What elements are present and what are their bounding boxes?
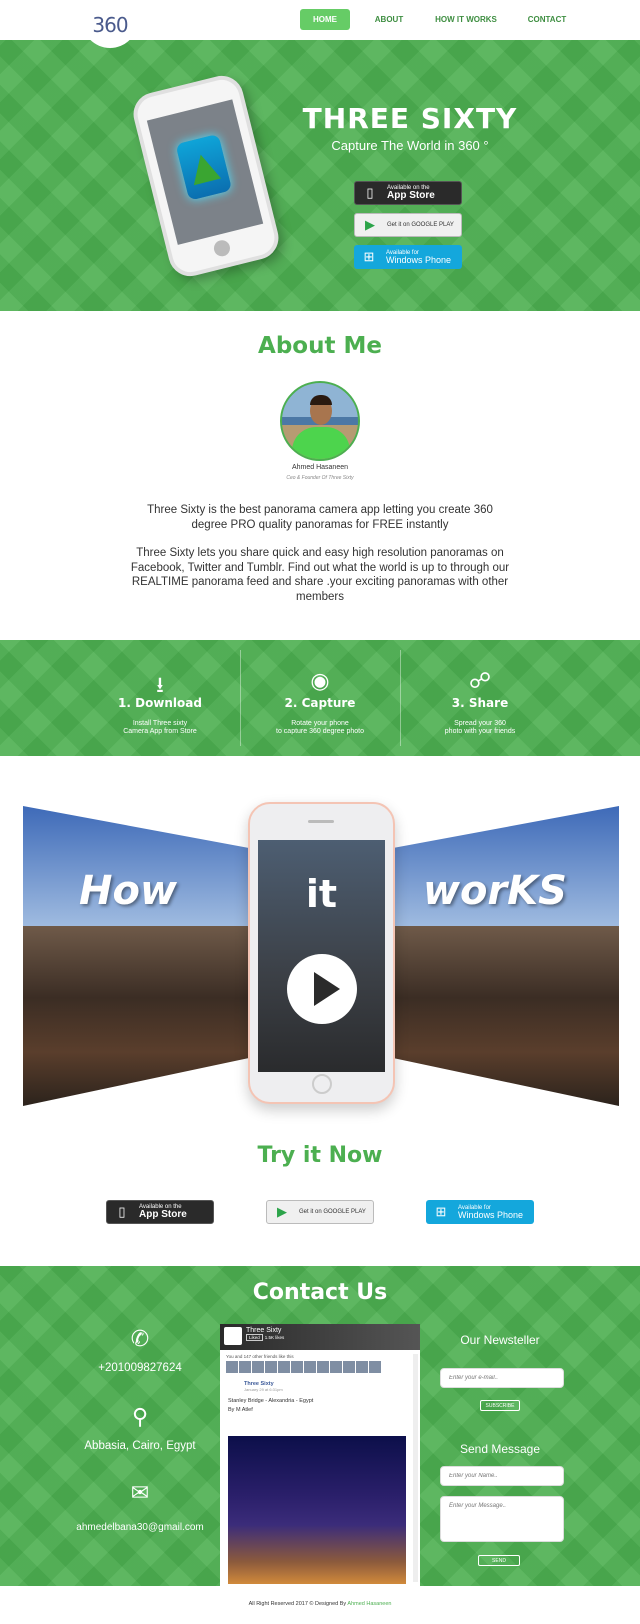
how-word-3: worKS	[423, 868, 567, 914]
camera-icon: ◉	[310, 668, 330, 693]
nav-how-it-works[interactable]: HOW IT WORKS	[428, 9, 504, 30]
step-download: ⭳ 1. Download Install Three sixty Camera …	[80, 640, 240, 756]
apple-phone-icon: ▯	[366, 185, 374, 200]
step-desc: Spread your 360 photo with your friends	[444, 720, 516, 735]
logo-text: 360	[92, 13, 128, 37]
fb-liked-button[interactable]: Liked	[246, 1334, 263, 1341]
windows-store-label: Windows Phone	[386, 254, 452, 265]
hero-title: THREE SIXTY	[302, 102, 518, 135]
panorama-right: worKS	[393, 806, 619, 1106]
apple-phone-icon: ▯	[118, 1204, 126, 1219]
share-icon: ☍	[468, 668, 492, 693]
windows-icon: ⊞	[363, 249, 375, 264]
steps-section: ⭳ 1. Download Install Three sixty Camera …	[0, 640, 640, 756]
nav-about[interactable]: ABOUT	[364, 9, 414, 30]
envelope-icon: ✉	[130, 1480, 150, 1505]
top-nav: 360 HOME ABOUT HOW IT WORKS CONTACT	[0, 0, 640, 48]
how-it-works-phone: it	[248, 802, 395, 1104]
fb-post-author[interactable]: Three Sixty	[220, 1373, 420, 1387]
fb-post-photo	[228, 1436, 406, 1584]
about-paragraph-1: Three Sixty is the best panorama camera …	[147, 504, 493, 531]
avatar	[280, 381, 360, 461]
contact-address: Abbasia, Cairo, Egypt	[84, 1440, 196, 1452]
hero-subtitle: Capture The World in 360 °	[331, 138, 489, 153]
about-role: Ceo & Founder Of Three Sixty	[286, 475, 354, 481]
google-play-button-2[interactable]: ▶ Get it on GOOGLE PLAY	[266, 1200, 374, 1224]
step-title: 2. Capture	[284, 696, 356, 710]
hero-phone-image	[128, 71, 284, 281]
contact-title: Contact Us	[252, 1280, 388, 1305]
google-play-icon: ▶	[365, 217, 375, 232]
name-input[interactable]	[440, 1466, 564, 1486]
google-play-icon: ▶	[277, 1204, 287, 1219]
contact-email: ahmedelbana30@gmail.com	[76, 1522, 204, 1533]
phone-icon: ✆	[130, 1326, 150, 1351]
fb-scrollbar[interactable]	[413, 1354, 418, 1582]
windows-store-button[interactable]: ⊞ Available for Windows Phone	[354, 245, 462, 269]
fb-post-text: Stanley Bridge - Alexandria - Egypt	[228, 1398, 314, 1404]
how-word-1: How	[79, 868, 177, 914]
send-message-title: Send Message	[459, 1442, 541, 1456]
app-icon	[175, 133, 233, 201]
about-name: Ahmed Hasaneen	[291, 464, 349, 471]
footer: All Right Reserved 2017 © Designed By Ah…	[0, 1601, 640, 1607]
fb-post-by: By M Atlef	[228, 1407, 253, 1413]
google-play-button[interactable]: ▶ Get it on GOOGLE PLAY	[354, 213, 462, 237]
nav-home[interactable]: HOME	[300, 9, 350, 30]
step-title: 1. Download	[118, 696, 202, 710]
try-title: Try it Now	[257, 1143, 383, 1168]
step-desc: Install Three sixty Camera App from Store	[123, 720, 197, 735]
app-store-button-2[interactable]: ▯ Available on the App Store	[106, 1200, 214, 1224]
page-avatar	[224, 1327, 242, 1345]
app-store-label: App Store	[387, 190, 435, 201]
fb-page-name[interactable]: Three Sixty	[246, 1327, 281, 1334]
step-share: ☍ 3. Share Spread your 360 photo with you…	[400, 640, 560, 756]
play-video-icon[interactable]	[287, 954, 357, 1024]
message-textarea[interactable]	[440, 1496, 564, 1542]
step-title: 3. Share	[451, 696, 509, 710]
footer-text: All Right Reserved 2017 © Designed By	[248, 1601, 347, 1607]
panorama-left: How	[23, 806, 249, 1106]
send-button[interactable]: SEND	[478, 1555, 520, 1566]
newsletter-title: Our Newsteller	[460, 1333, 540, 1347]
hero-section: THREE SIXTY Capture The World in 360 ° ▯…	[0, 40, 640, 311]
fb-likes-count: 1.5K likes	[264, 1335, 285, 1340]
contact-section: Contact Us ✆ +201009827624 ⚲ Abbasia, Ca…	[0, 1266, 640, 1586]
facebook-widget[interactable]: Three Sixty Liked 1.5K likes You and 147…	[220, 1324, 420, 1586]
footer-author-link[interactable]: Ahmed Hasaneen	[347, 1601, 391, 1607]
how-word-2: it	[305, 872, 338, 916]
about-title: About Me	[258, 333, 382, 359]
nav-contact[interactable]: CONTACT	[518, 9, 576, 30]
step-desc: Rotate your phone to capture 360 degree p…	[276, 720, 364, 735]
location-pin-icon: ⚲	[131, 1404, 149, 1429]
step-capture: ◉ 2. Capture Rotate your phone to capture…	[240, 640, 400, 756]
newsletter-email-input[interactable]	[440, 1368, 564, 1388]
windows-icon: ⊞	[435, 1204, 447, 1219]
app-store-button[interactable]: ▯ Available on the App Store	[354, 181, 462, 205]
fb-friend-faces	[220, 1361, 420, 1373]
google-play-label: Get it on GOOGLE PLAY	[387, 222, 454, 228]
about-paragraph-2: Three Sixty lets you share quick and eas…	[130, 547, 510, 603]
fb-friends-text: You and 147 other friends like this	[226, 1354, 294, 1359]
subscribe-button[interactable]: SUBSCRIBE	[480, 1400, 520, 1411]
contact-phone: +201009827624	[98, 1362, 182, 1374]
windows-store-button-2[interactable]: ⊞ Available for Windows Phone	[426, 1200, 534, 1224]
